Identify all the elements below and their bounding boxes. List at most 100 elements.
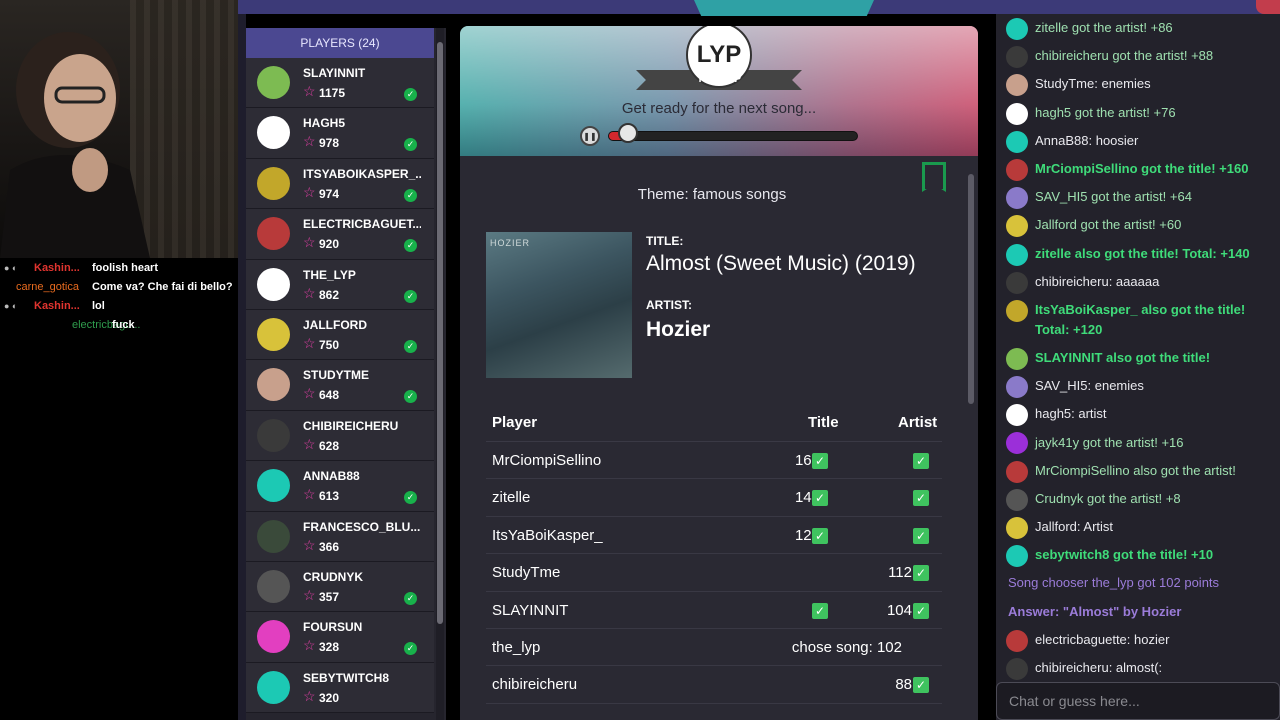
song-title: Almost (Sweet Music) (2019) — [646, 252, 916, 275]
stream-chat-user: electricbagu... — [72, 318, 141, 331]
chat-panel: zitelle got the artist! +86 chibireicheru… — [996, 14, 1280, 720]
chat-message: AnnaB88: hoosier — [996, 127, 1280, 155]
chat-message: electricbaguette: hozier — [996, 626, 1280, 654]
player-row[interactable]: CHIBIREICHERU ☆ 628 — [246, 410, 434, 462]
players-list: SLAYINNIT ☆ 1175 ✓ HAGH5 ☆ 978 ✓ ITSYABOIKASPER_… — [246, 58, 446, 714]
player-avatar — [257, 418, 290, 452]
player-row[interactable]: STUDYTME ☆ 648 ✓ — [246, 360, 434, 411]
chat-avatar — [1006, 130, 1028, 153]
chat-message-text: StudyTme: enemies — [1035, 76, 1151, 92]
chat-message: SAV_HI5 got the artist! +64 — [996, 183, 1280, 211]
results-row: SLAYINNIT ✓ 104 ✓ — [486, 592, 942, 629]
player-row[interactable]: ITSYABOIKASPER_... ☆ 974 ✓ — [246, 158, 434, 210]
stream-chat-row: ● ◐ Kashin... foolish heart — [0, 258, 238, 277]
star-icon: ☆ — [303, 83, 316, 99]
player-avatar — [257, 569, 290, 603]
chat-message-text: jayk41y got the artist! +16 — [1035, 434, 1184, 450]
chat-message-text: chibireicheru: aaaaaa — [1035, 273, 1160, 289]
player-points: 750 — [319, 337, 340, 352]
player-points: 366 — [319, 539, 340, 554]
player-row[interactable]: ANNAB88 ☆ 613 ✓ — [246, 461, 434, 512]
result-player-name: the_lyp — [492, 638, 541, 656]
player-row[interactable]: SEBYTWITCH8 ☆ 320 — [246, 662, 434, 714]
player-row[interactable]: JALLFORD ☆ 750 ✓ — [246, 309, 434, 361]
chat-avatar — [1006, 243, 1028, 266]
header-tab[interactable] — [694, 0, 874, 16]
player-avatar — [257, 469, 290, 503]
player-avatar — [257, 519, 290, 553]
chat-avatar — [1006, 629, 1028, 652]
chat-message-text: SAV_HI5: enemies — [1035, 378, 1144, 394]
player-points: 974 — [319, 186, 340, 201]
player-row[interactable]: FRANCESCO_BLU... ☆ 366 — [246, 511, 434, 562]
player-points: 357 — [319, 589, 340, 604]
guessed-check-icon: ✓ — [404, 591, 417, 605]
song-progress-bar — [608, 131, 858, 141]
player-avatar — [257, 217, 290, 251]
player-points: 320 — [319, 690, 340, 705]
game-body: Theme: famous songs HOZIER TITLE: Almost… — [460, 156, 978, 720]
player-row[interactable]: ELECTRICBAGUET... ☆ 920 ✓ — [246, 209, 434, 260]
chat-message: ItsYaBoiKasper_ also got the title! Tota… — [996, 296, 1280, 344]
result-artist-score: 112 — [888, 564, 912, 582]
player-points: 628 — [319, 438, 340, 453]
game-status-banner: LYP THE_LYP Get ready for the next song.… — [460, 26, 978, 156]
player-name: SLAYINNIT — [303, 66, 366, 80]
player-row[interactable]: SLAYINNIT ☆ 1175 ✓ — [246, 58, 434, 109]
chat-avatar — [1006, 432, 1028, 455]
players-scrollbar-thumb[interactable] — [437, 42, 443, 624]
player-row[interactable]: CRUDNYK ☆ 357 ✓ — [246, 561, 434, 613]
player-row[interactable]: FOURSUN ☆ 328 ✓ — [246, 612, 434, 663]
title-check-icon: ✓ — [812, 527, 828, 544]
chat-message-text: hagh5 got the artist! +76 — [1035, 104, 1176, 120]
title-label: TITLE: — [646, 234, 684, 248]
player-name: STUDYTME — [303, 368, 369, 383]
chat-avatar — [1006, 299, 1028, 322]
players-scrollbar[interactable] — [436, 28, 444, 720]
star-icon: ☆ — [303, 234, 316, 251]
title-check-icon: ✓ — [812, 453, 828, 469]
chat-message-text: zitelle also got the title! Total: +140 — [1035, 245, 1250, 261]
chat-avatar — [1006, 187, 1028, 210]
header-close-button[interactable] — [1256, 0, 1280, 14]
chat-avatar — [1006, 271, 1028, 294]
stream-chat-row: ● ◐ Kashin... lol — [0, 296, 238, 315]
star-icon: ☆ — [303, 133, 316, 150]
chat-message-text: chibireicheru: almost(: — [1035, 660, 1163, 676]
player-name: ITSYABOIKASPER_... — [303, 166, 421, 181]
stream-chat-message: foolish heart — [92, 261, 159, 274]
title-check-icon: ✓ — [812, 490, 828, 507]
star-icon: ☆ — [303, 637, 316, 654]
screen: { "stream_chat": [ {"user": "Kashin...",… — [0, 0, 1280, 720]
pause-button[interactable]: ❚❚ — [580, 126, 600, 146]
streamer-silhouette — [0, 32, 150, 258]
results-row: chibireicheru 88 ✓ — [486, 666, 942, 704]
results-header-row: Player Title Artist — [486, 404, 942, 442]
stream-chat-user: Kashin... — [34, 299, 80, 312]
results-rows: MrCiompiSellino 160 ✓ ✓ zitelle 140 ✓ ✓ ItsYaBoi… — [486, 442, 942, 704]
game-scrollbar-thumb[interactable] — [968, 174, 974, 404]
chat-message-text: SAV_HI5 got the artist! +64 — [1035, 189, 1192, 205]
game-scrollbar[interactable] — [966, 160, 976, 720]
stream-chat-message: fuck — [112, 318, 135, 331]
results-header-player: Player — [492, 414, 538, 431]
guessed-check-icon: ✓ — [404, 138, 417, 152]
player-row[interactable]: HAGH5 ☆ 978 ✓ — [246, 108, 434, 159]
results-table: Player Title Artist MrCiompiSellino 160 ✓ ✓… — [486, 404, 942, 704]
player-avatar — [257, 66, 290, 99]
chat-input[interactable] — [996, 682, 1280, 720]
artist-check-icon: ✓ — [913, 602, 929, 619]
player-row[interactable]: THE_LYP ☆ 862 ✓ — [246, 259, 434, 310]
result-player-name: ItsYaBoiKasper_ — [492, 526, 603, 544]
star-icon: ☆ — [303, 435, 316, 452]
chat-message-text: AnnaB88: hoosier — [1035, 132, 1139, 148]
chat-avatar — [1006, 545, 1028, 568]
star-icon: ☆ — [303, 183, 316, 200]
chat-message-text: Crudnyk got the artist! +8 — [1035, 490, 1181, 506]
artist-check-icon: ✓ — [913, 677, 929, 694]
chat-avatar — [1006, 657, 1028, 680]
player-points: 613 — [319, 489, 340, 504]
artist-check-icon: ✓ — [913, 565, 929, 582]
chat-avatar — [1006, 158, 1028, 181]
players-header: PLAYERS (24) — [246, 28, 434, 58]
